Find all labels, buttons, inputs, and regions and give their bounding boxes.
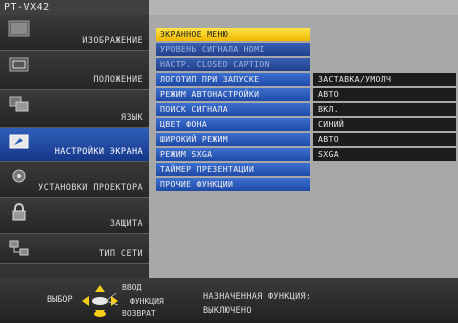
function-label: ФУНКЦИЯ: [130, 297, 164, 306]
menu-row-sxga-mode[interactable]: РЕЖИМ SXGA SXGA: [156, 148, 456, 162]
sidebar-item-label: ТИП СЕТИ: [98, 249, 143, 259]
language-icon: [9, 96, 29, 112]
sidebar-item-label: ЗАЩИТА: [109, 219, 143, 229]
sidebar-item-position[interactable]: ПОЛОЖЕНИЕ: [0, 51, 149, 90]
menu-item-label[interactable]: РЕЖИМ SXGA: [156, 148, 310, 161]
menu-row-auto-setup[interactable]: РЕЖИМ АВТОНАСТРОЙКИ АВТО: [156, 88, 456, 102]
menu-item-value: АВТО: [313, 133, 456, 146]
menu-row-back-color[interactable]: ЦВЕТ ФОНА СИНИЙ: [156, 118, 456, 132]
menu-item-label[interactable]: РЕЖИМ АВТОНАСТРОЙКИ: [156, 88, 310, 101]
display-settings-icon: [9, 134, 29, 149]
menu-row-osd[interactable]: ЭКРАННОЕ МЕНЮ: [156, 28, 456, 42]
lock-icon: [12, 203, 26, 221]
projector-osd: PT-VX42 ИЗОБРАЖЕНИЕ ПОЛОЖЕНИЕ ЯЗЫК НАСТР…: [0, 0, 458, 323]
sidebar: ИЗОБРАЖЕНИЕ ПОЛОЖЕНИЕ ЯЗЫК НАСТРОЙКИ ЭКР…: [0, 15, 149, 278]
menu-row-hdmi-level[interactable]: УРОВЕНЬ СИГНАЛА HDMI: [156, 43, 456, 57]
menu-item-label[interactable]: ЦВЕТ ФОНА: [156, 118, 310, 131]
sidebar-item-security[interactable]: ЗАЩИТА: [0, 198, 149, 234]
menu-row-presentation-timer[interactable]: ТАЙМЕР ПРЕЗЕНТАЦИИ: [156, 163, 456, 177]
position-icon: [9, 57, 29, 72]
sidebar-item-network[interactable]: ТИП СЕТИ: [0, 234, 149, 264]
sidebar-item-language[interactable]: ЯЗЫК: [0, 90, 149, 128]
menu-item-label[interactable]: ШИРОКИЙ РЕЖИМ: [156, 133, 310, 146]
sidebar-item-label: УСТАНОВКИ ПРОЕКТОРА: [38, 183, 143, 193]
menu-item-label[interactable]: ТАЙМЕР ПРЕЗЕНТАЦИИ: [156, 163, 310, 176]
model-title: PT-VX42: [0, 0, 149, 15]
enter-label: ВВОД: [122, 283, 142, 292]
return-label: ВОЗВРАТ: [122, 309, 156, 318]
picture-icon: [8, 20, 30, 37]
sidebar-item-label: ПОЛОЖЕНИЕ: [93, 75, 143, 85]
guide-bar: ВЫБОР ВВОД ФУНКЦИЯ ВОЗВРАТ НАЗНАЧЕННАЯ Ф…: [0, 278, 458, 323]
menu-row-other-functions[interactable]: ПРОЧИЕ ФУНКЦИИ: [156, 178, 456, 192]
menu-item-label[interactable]: НАСТР. CLOSED CAPTION: [156, 58, 310, 71]
network-icon: [9, 240, 29, 256]
menu-item-label[interactable]: ЛОГОТИП ПРИ ЗАПУСКЕ: [156, 73, 310, 86]
sidebar-item-label: ИЗОБРАЖЕНИЕ: [82, 36, 143, 46]
sidebar-item-label: НАСТРОЙКИ ЭКРАНА: [54, 147, 143, 157]
menu-row-wide-mode[interactable]: ШИРОКИЙ РЕЖИМ АВТО: [156, 133, 456, 147]
menu-item-value: ВКЛ.: [313, 103, 456, 116]
assigned-function-title: НАЗНАЧЕННАЯ ФУНКЦИЯ:: [203, 292, 312, 302]
menu-row-closed-caption[interactable]: НАСТР. CLOSED CAPTION: [156, 58, 456, 72]
menu-item-value: ЗАСТАВКА/УМОЛЧ: [313, 73, 456, 86]
menu-row-signal-search[interactable]: ПОИСК СИГНАЛА ВКЛ.: [156, 103, 456, 117]
projector-settings-icon: [12, 169, 26, 183]
menu-panel: ЭКРАННОЕ МЕНЮ УРОВЕНЬ СИГНАЛА HDMI НАСТР…: [149, 15, 458, 278]
sidebar-item-display-settings[interactable]: НАСТРОЙКИ ЭКРАНА: [0, 128, 149, 162]
menu-item-label[interactable]: ЭКРАННОЕ МЕНЮ: [156, 28, 310, 41]
menu-item-label[interactable]: ПРОЧИЕ ФУНКЦИИ: [156, 178, 310, 191]
sidebar-item-picture[interactable]: ИЗОБРАЖЕНИЕ: [0, 15, 149, 51]
menu-item-label[interactable]: ПОИСК СИГНАЛА: [156, 103, 310, 116]
assigned-function-value: ВЫКЛЮЧЕНО: [203, 306, 252, 316]
title-bar-fill: [149, 0, 458, 15]
dpad-arrows-icon: [82, 285, 119, 317]
menu-row-startup-logo[interactable]: ЛОГОТИП ПРИ ЗАПУСКЕ ЗАСТАВКА/УМОЛЧ: [156, 73, 456, 87]
menu-item-value: АВТО: [313, 88, 456, 101]
select-label: ВЫБОР: [47, 295, 73, 305]
sidebar-item-projector-settings[interactable]: УСТАНОВКИ ПРОЕКТОРА: [0, 162, 149, 198]
menu-item-label[interactable]: УРОВЕНЬ СИГНАЛА HDMI: [156, 43, 310, 56]
sidebar-item-label: ЯЗЫК: [120, 113, 143, 123]
menu-item-value: СИНИЙ: [313, 118, 456, 131]
menu-item-value: SXGA: [313, 148, 456, 161]
